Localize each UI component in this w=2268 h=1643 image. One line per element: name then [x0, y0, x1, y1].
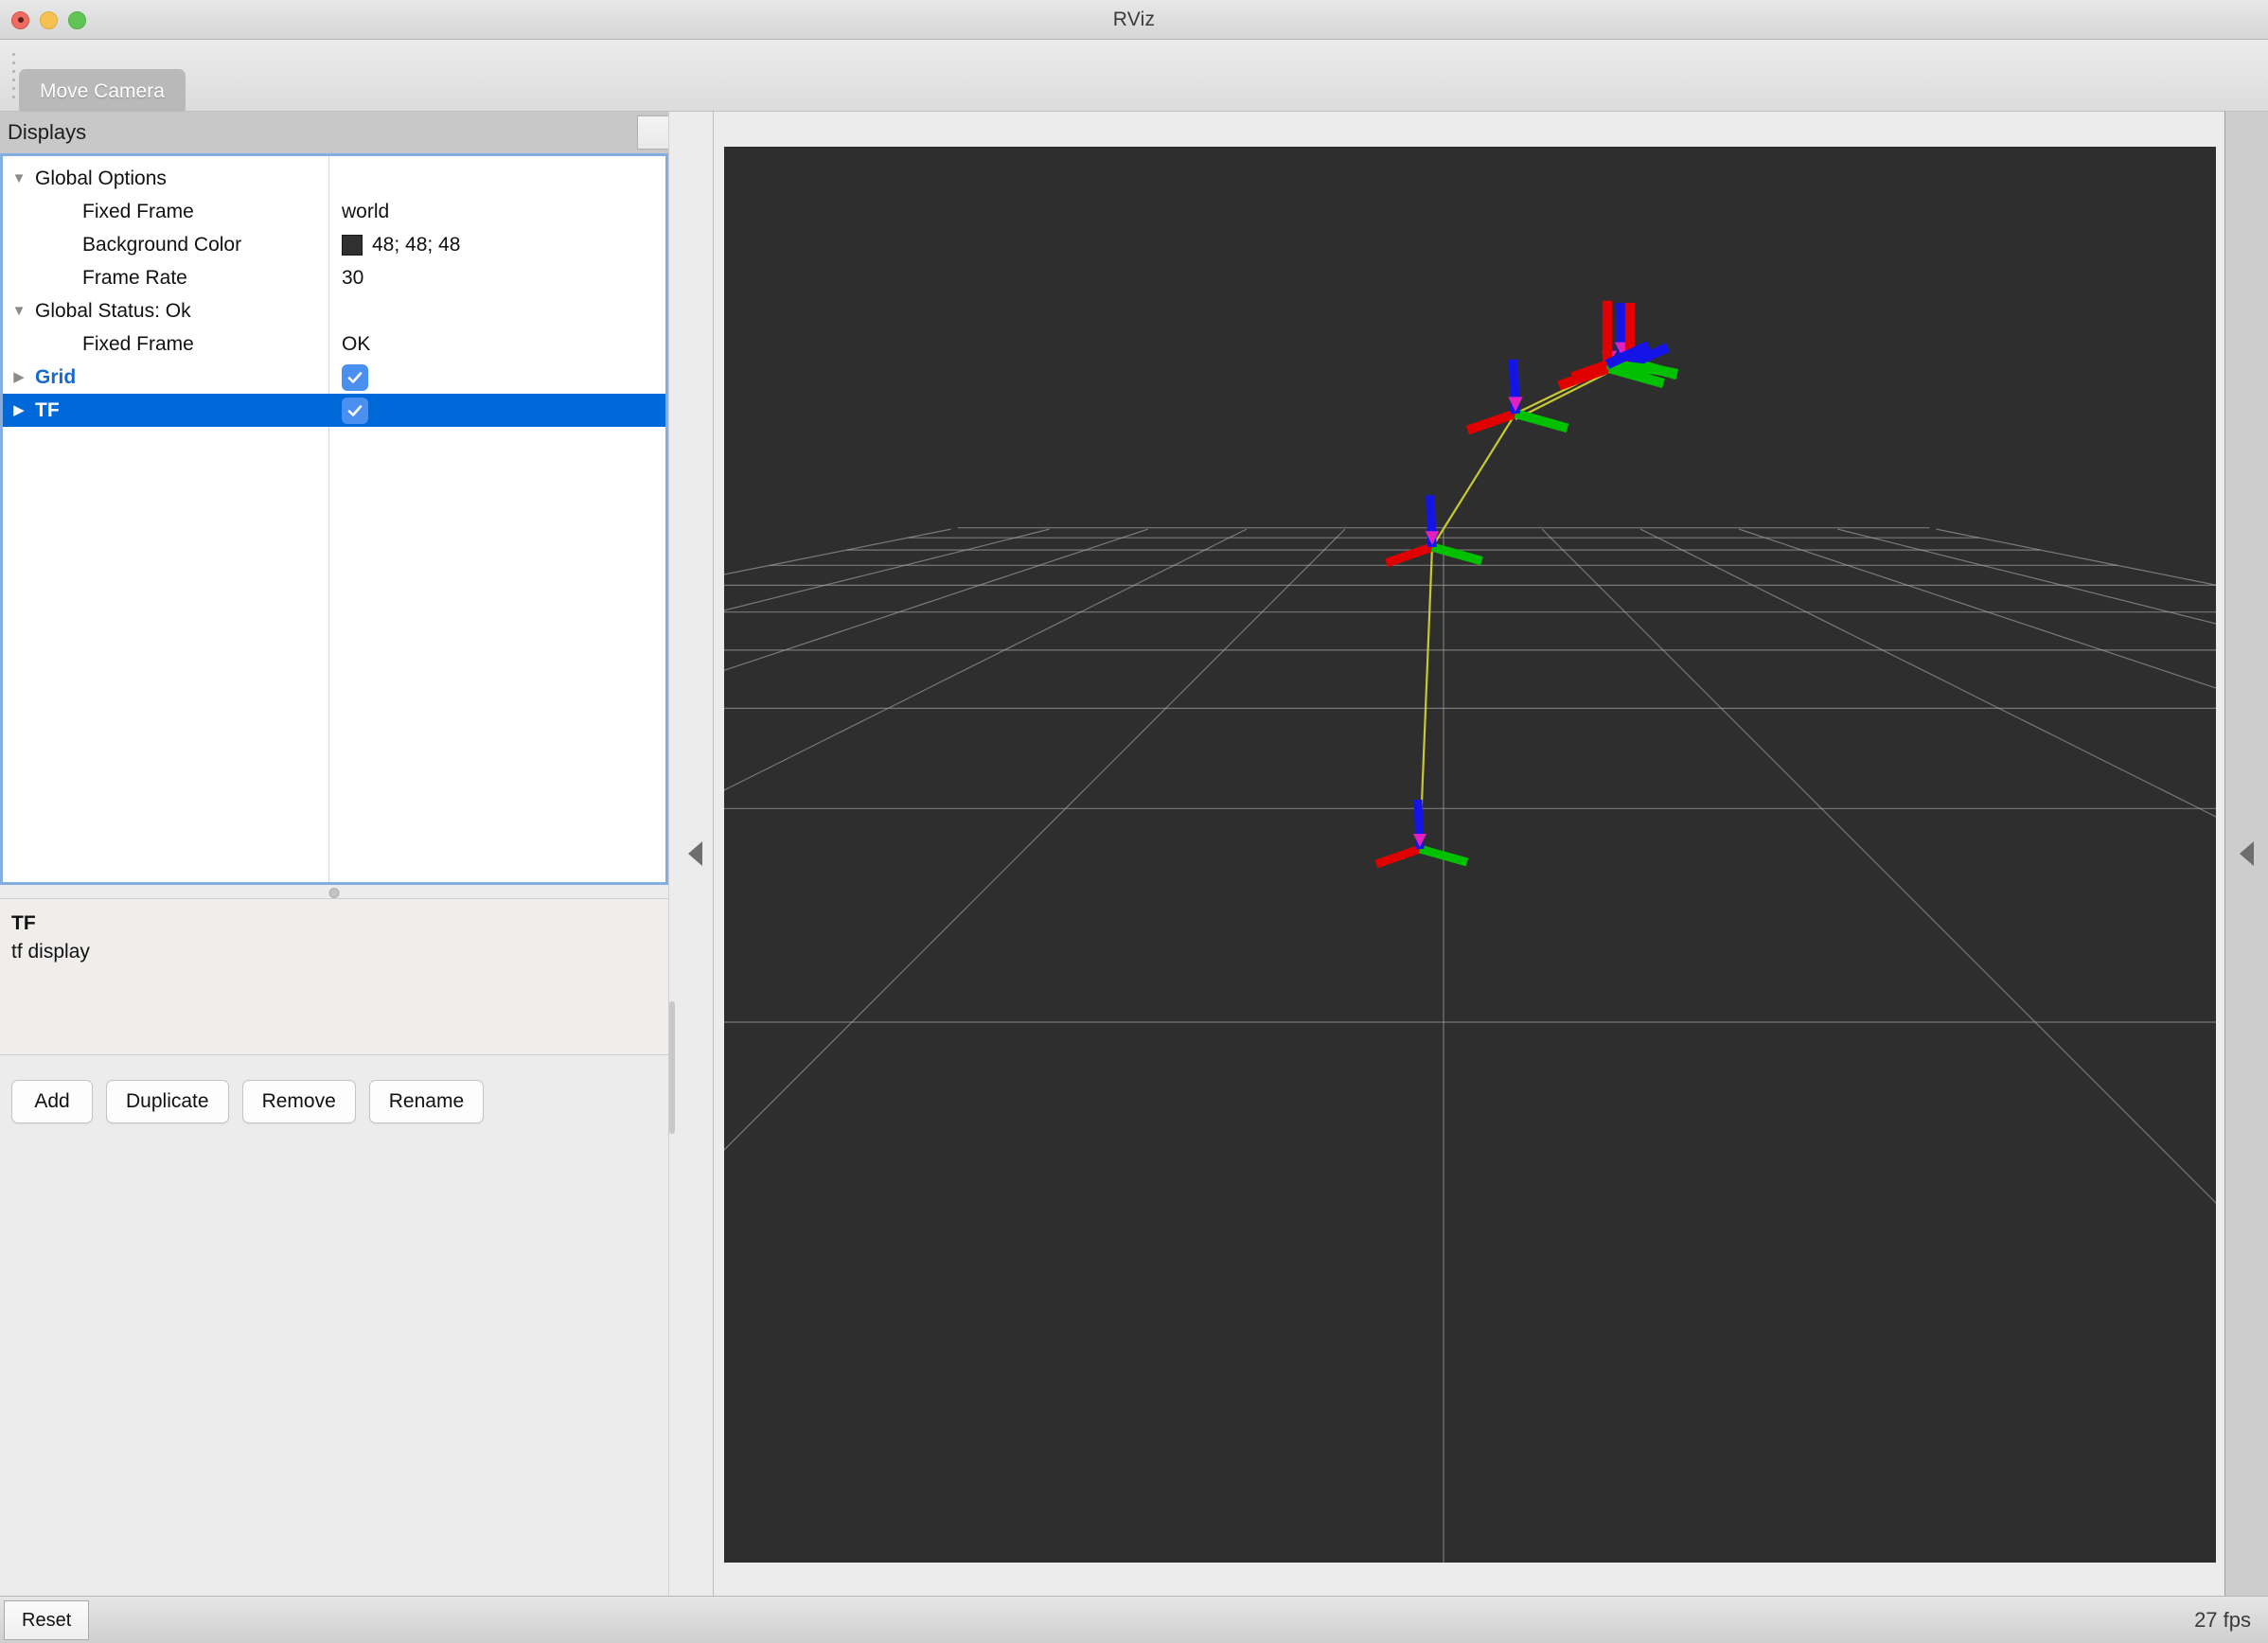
scene-canvas	[724, 300, 2216, 1563]
rviz-window: RViz Move Camera Displays Global Options…	[0, 0, 2268, 1643]
zoom-button[interactable]	[68, 10, 86, 29]
tree-row[interactable]: Background Color 48; 48; 48	[3, 228, 665, 261]
add-button[interactable]: Add	[11, 1080, 93, 1123]
grid-line	[1639, 528, 2216, 818]
tf-connector	[1431, 413, 1516, 548]
dock-scrollbar[interactable]	[669, 1001, 675, 1134]
tree-row-label: TF	[35, 398, 60, 421]
chevron-right-icon[interactable]	[9, 394, 29, 427]
toolbar-drag-handle[interactable]	[9, 51, 17, 100]
grid-line	[1541, 528, 2216, 1204]
collapse-left-panel-icon[interactable]	[687, 841, 702, 866]
dock-right-edge	[668, 112, 676, 1596]
description-body: tf display	[11, 941, 90, 963]
grid-line	[724, 528, 1050, 611]
rename-button[interactable]: Rename	[368, 1080, 485, 1123]
window-controls	[11, 0, 86, 40]
render-area	[714, 112, 2224, 1596]
splitter-grip[interactable]	[328, 888, 340, 898]
tree-row-label: Grid	[35, 365, 77, 388]
chevron-down-icon[interactable]	[9, 162, 29, 195]
tree-row[interactable]: Global Status: Ok	[3, 294, 665, 327]
description-title: TF	[11, 912, 36, 934]
displays-tree-panel[interactable]: Global Options Fixed Frame world Background…	[0, 153, 668, 885]
displays-panel-header: Displays	[0, 112, 676, 153]
tf-frames	[1374, 300, 1679, 869]
ground-grid	[724, 527, 2216, 1563]
close-button[interactable]	[11, 10, 29, 29]
3d-viewport[interactable]	[724, 147, 2216, 1563]
color-swatch[interactable]	[342, 234, 363, 256]
enable-checkbox[interactable]	[342, 397, 368, 424]
tree-row-value[interactable]: 48; 48; 48	[342, 234, 460, 256]
tree-row-label: Frame Rate	[82, 266, 187, 289]
displays-tree: Global Options Fixed Frame world Background…	[3, 156, 665, 882]
displays-panel-title: Displays	[8, 120, 87, 144]
tree-row-value[interactable]: 30	[342, 267, 363, 290]
status-bar: Reset 27 fps	[0, 1596, 2268, 1643]
tree-row-label: Fixed Frame	[82, 332, 194, 355]
duplicate-button[interactable]: Duplicate	[106, 1080, 229, 1123]
main-toolbar: Move Camera	[0, 40, 2268, 115]
display-description-box: TF tf display	[0, 898, 668, 1055]
grid-line	[1936, 528, 2216, 586]
tree-row[interactable]: Global Options	[3, 162, 665, 195]
tree-row-label: Fixed Frame	[82, 200, 194, 222]
grid-line	[1739, 528, 2216, 689]
displays-dock: Displays Global Options Fixed Frame world B…	[0, 112, 676, 1596]
reset-button[interactable]: Reset	[4, 1600, 90, 1640]
axis-x	[1374, 844, 1422, 869]
axis-x	[1465, 409, 1517, 435]
tf-arrow-head	[1508, 397, 1523, 412]
right-dock-splitter[interactable]	[2224, 112, 2268, 1596]
tree-row[interactable]: Grid	[3, 361, 665, 394]
tree-row-value[interactable]: OK	[342, 333, 370, 356]
minimize-button[interactable]	[40, 10, 58, 29]
chevron-right-icon[interactable]	[9, 361, 29, 394]
tree-row[interactable]: TF	[3, 394, 665, 427]
enable-checkbox[interactable]	[342, 363, 368, 391]
tf-arrow-head	[1413, 834, 1426, 847]
left-dock-splitter[interactable]	[676, 112, 714, 1596]
tree-row-label: Background Color	[82, 233, 242, 256]
grid-line	[724, 528, 951, 575]
tree-row[interactable]: Fixed Frame world	[3, 195, 665, 228]
collapse-right-panel-icon[interactable]	[2240, 841, 2254, 866]
tree-row-value[interactable]: world	[342, 201, 389, 223]
tree-row-label: Global Options	[35, 167, 167, 189]
tree-row[interactable]: Fixed Frame OK	[3, 327, 665, 361]
grid-line	[724, 528, 1248, 791]
tf-frame-axes	[1385, 495, 1483, 568]
tf-frame-axes	[1374, 799, 1469, 869]
grid-line	[1837, 528, 2216, 625]
remove-button[interactable]: Remove	[241, 1080, 356, 1123]
tf-connectors	[1418, 359, 1623, 850]
window-title: RViz	[1112, 8, 1156, 30]
window-titlebar: RViz	[0, 0, 2268, 40]
axis-y	[1430, 542, 1483, 566]
dock-horizontal-splitter[interactable]	[0, 885, 668, 898]
fps-indicator: 27 fps	[2194, 1607, 2251, 1632]
displays-panel-float-button[interactable]	[637, 115, 671, 150]
move-camera-tool-button[interactable]: Move Camera	[19, 69, 186, 115]
grid-line	[724, 528, 1346, 1151]
chevron-down-icon[interactable]	[9, 294, 29, 327]
tree-row[interactable]: Frame Rate 30	[3, 261, 665, 294]
displays-button-row: Add Duplicate Remove Rename	[0, 1066, 668, 1138]
color-value-text: 48; 48; 48	[372, 233, 461, 256]
tree-row-label: Global Status: Ok	[35, 299, 191, 322]
axis-y	[1514, 409, 1569, 433]
